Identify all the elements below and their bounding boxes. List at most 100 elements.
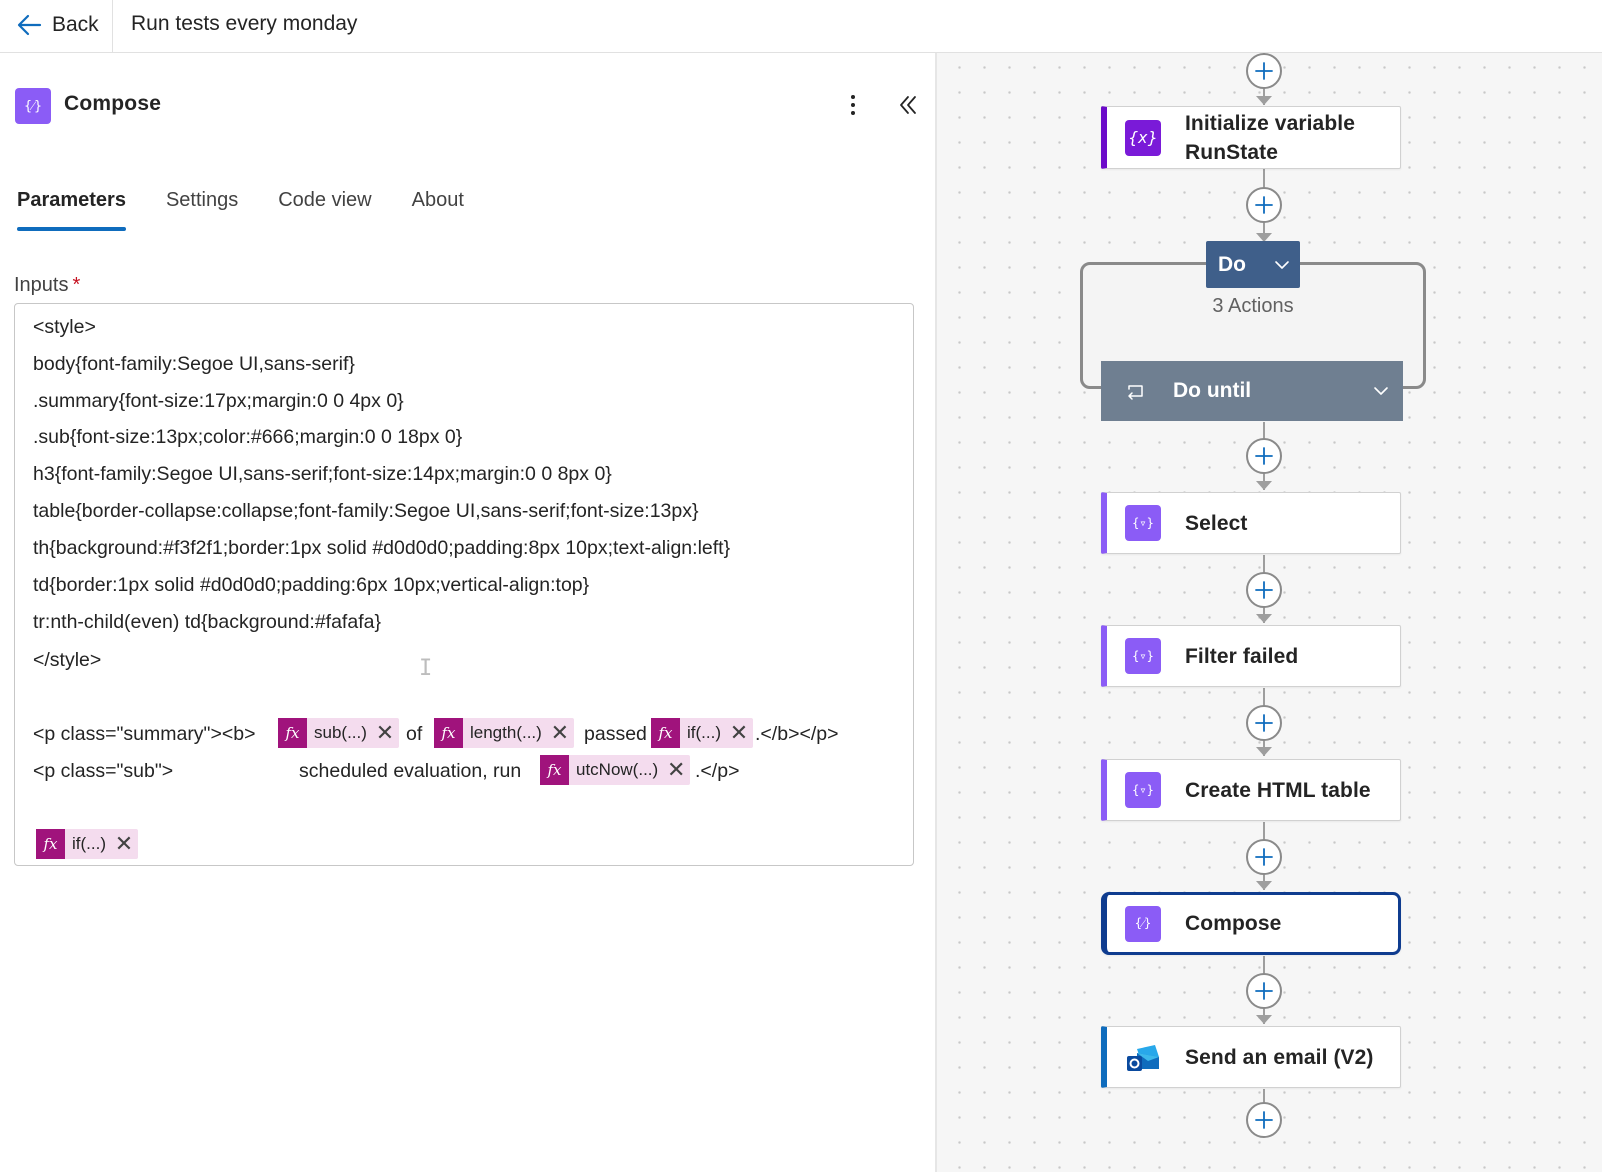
remove-token-icon[interactable]: ✕ [729,718,753,748]
node-select[interactable]: {▿} Select [1101,492,1401,554]
code-text: .</b></p> [755,723,839,745]
plus-icon [1255,62,1273,80]
top-bar: Back Run tests every monday [0,0,1602,53]
compose-icon: {⁄} [1125,905,1161,942]
code-line: table{border-collapse:collapse;font-fami… [33,500,699,522]
insert-step-button[interactable] [1246,572,1282,608]
inputs-editor[interactable]: <style> body{font-family:Segoe UI,sans-s… [14,303,914,866]
code-line: </style> [33,649,102,671]
token-label: utcNow(...) [576,760,659,779]
function-icon: fx [540,755,569,785]
back-label: Back [52,13,99,36]
data-operation-icon: {▿} [1125,638,1161,674]
outlook-icon [1125,1039,1161,1075]
arrow-down-icon [1256,614,1272,623]
expression-token-utcnow[interactable]: fx utcNow(...) ✕ [540,755,691,785]
plus-icon [1255,848,1273,866]
tab-code-view[interactable]: Code view [276,183,373,231]
expression-token-if[interactable]: fx if(...) ✕ [651,718,753,748]
tab-settings[interactable]: Settings [164,183,240,231]
node-label: Do until [1173,379,1252,402]
text-cursor-icon: I [419,656,433,681]
insert-step-button[interactable] [1246,438,1282,474]
node-create-html-table[interactable]: {▿} Create HTML table [1101,759,1401,821]
plus-icon [1255,196,1273,214]
node-label: Create HTML table [1185,778,1371,802]
code-line: .summary{font-size:17px;margin:0 0 4px 0… [33,390,404,412]
token-label: if(...) [687,723,721,742]
plus-icon [1255,1111,1273,1129]
panel-tabs: Parameters Settings Code view About [15,183,502,237]
inputs-label: Inputs * [14,274,80,297]
double-chevron-left-icon [900,96,916,114]
node-filter-failed[interactable]: {▿} Filter failed [1101,625,1401,687]
back-button[interactable]: Back [10,8,105,42]
plus-icon [1255,447,1273,465]
expression-token-length[interactable]: fx length(...) ✕ [434,718,574,748]
node-label: Select [1185,511,1248,535]
remove-token-icon[interactable]: ✕ [666,755,690,785]
variable-icon: {x} [1125,119,1161,156]
node-do-until[interactable]: Do until [1101,361,1403,421]
function-icon: fx [278,718,307,748]
node-label: Initialize variable RunState [1185,109,1355,167]
plus-icon [1255,982,1273,1000]
code-text: <p class="summary"><b> [33,723,256,745]
collapse-panel-button[interactable] [893,89,923,121]
remove-token-icon[interactable]: ✕ [375,718,399,748]
token-label: sub(...) [314,723,367,742]
data-operation-icon: {▿} [1125,772,1161,808]
node-label: Compose [1185,912,1282,935]
code-text: passed [584,723,647,745]
arrow-left-icon [17,14,42,36]
code-line: h3{font-family:Segoe UI,sans-serif;font-… [33,463,612,485]
function-icon: fx [651,718,680,748]
code-line: .sub{font-size:13px;color:#666;margin:0 … [33,426,463,448]
more-options-button[interactable] [838,89,868,121]
node-label-line: Initialize variable [1185,111,1355,135]
expression-token-if[interactable]: fx if(...) ✕ [36,829,138,859]
code-line: body{font-family:Segoe UI,sans-serif} [33,353,355,375]
panel-title[interactable]: Compose [64,92,161,116]
arrow-down-icon [1256,481,1272,490]
insert-step-button[interactable] [1246,53,1282,89]
do-scope-label: Do [1218,252,1246,276]
insert-step-button[interactable] [1246,187,1282,223]
arrow-down-icon [1256,747,1272,756]
inputs-label-text: Inputs [14,274,69,296]
code-text: of [406,723,423,745]
node-compose[interactable]: {⁄} Compose [1101,892,1401,955]
tab-about[interactable]: About [410,183,466,231]
node-send-email[interactable]: Send an email (V2) [1101,1026,1401,1088]
plus-icon [1255,581,1273,599]
loop-icon [1128,385,1143,400]
compose-icon: {⁄} [15,88,51,124]
arrow-down-icon [1256,881,1272,890]
add-step-button[interactable] [1246,1102,1282,1138]
function-icon: fx [36,829,65,859]
chevron-down-icon [1275,261,1289,269]
tab-parameters[interactable]: Parameters [15,183,128,231]
code-text: scheduled evaluation, run [299,760,522,782]
insert-step-button[interactable] [1246,705,1282,741]
insert-step-button[interactable] [1246,839,1282,875]
token-label: if(...) [72,834,106,853]
code-line: td{border:1px solid #d0d0d0;padding:6px … [33,574,590,596]
insert-step-button[interactable] [1246,973,1282,1009]
code-text: .</p> [695,760,740,782]
required-marker: * [72,274,81,296]
function-icon: fx [434,718,463,748]
code-line: th{background:#f3f2f1;border:1px solid #… [33,537,731,559]
data-operation-icon: {▿} [1125,505,1161,541]
do-scope-header[interactable]: Do [1206,241,1300,288]
flow-title: Run tests every monday [131,12,358,35]
arrow-down-icon [1256,96,1272,105]
remove-token-icon[interactable]: ✕ [550,718,574,748]
node-label: Send an email (V2) [1185,1045,1374,1069]
remove-token-icon[interactable]: ✕ [114,829,138,859]
arrow-down-icon [1256,1015,1272,1024]
expression-token-sub[interactable]: fx sub(...) ✕ [278,718,399,748]
node-initialize-variable[interactable]: {x} Initialize variable RunState [1101,106,1401,169]
code-line: tr:nth-child(even) td{background:#fafafa… [33,611,381,633]
token-label: length(...) [470,723,542,742]
